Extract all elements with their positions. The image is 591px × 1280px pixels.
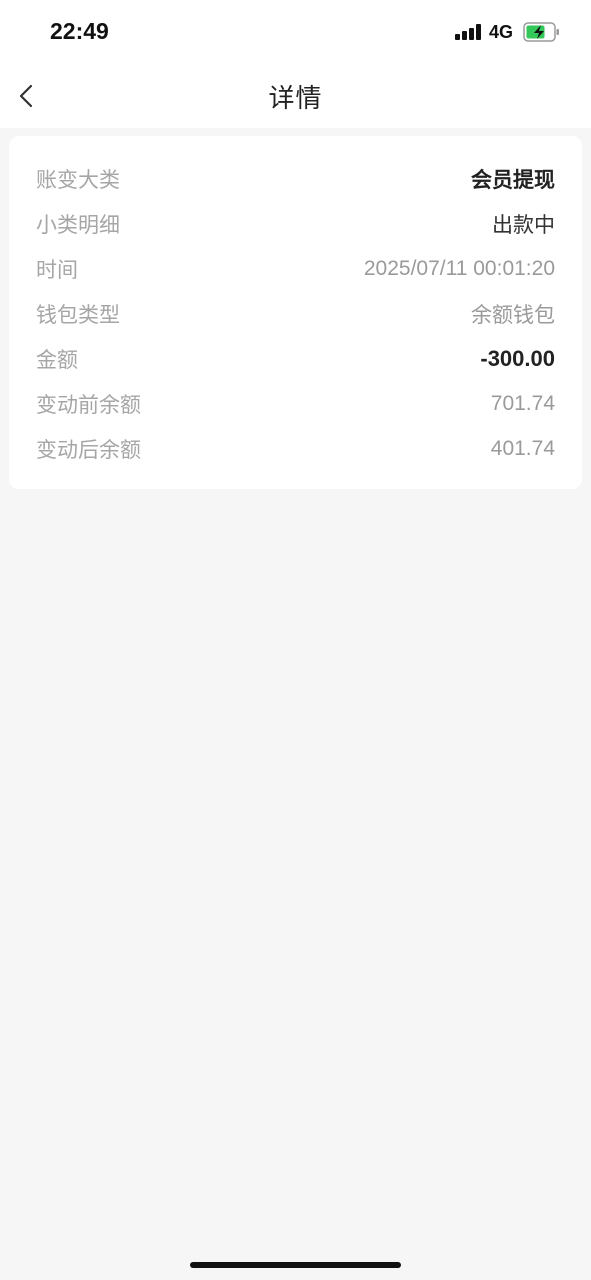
row-label: 变动后余额 [36,437,141,462]
row-value: 701.74 [490,391,555,415]
row-label: 钱包类型 [36,302,120,327]
row-value: 出款中 [492,212,555,237]
detail-row-balance-after: 变动后余额 401.74 [36,426,555,471]
row-value: 401.74 [490,436,555,460]
row-value: -300.00 [480,345,555,371]
nav-bar: 详情 [0,62,591,128]
row-label: 变动前余额 [36,392,141,417]
detail-card: 账变大类 会员提现 小类明细 出款中 时间 2025/07/11 00:01:2… [9,136,582,489]
row-label: 时间 [36,257,78,282]
signal-icon [455,24,483,40]
home-indicator[interactable] [190,1262,401,1268]
battery-charging-icon [523,22,561,42]
detail-row-wallet: 钱包类型 余额钱包 [36,291,555,336]
status-bar: 22:49 4G [0,0,591,62]
row-label: 小类明细 [36,212,120,237]
page-title: 详情 [268,84,323,114]
row-value: 会员提现 [471,167,555,192]
row-label: 账变大类 [36,167,120,192]
detail-row-category: 账变大类 会员提现 [36,156,555,201]
network-label: 4G [489,22,514,42]
detail-row-time: 时间 2025/07/11 00:01:20 [36,246,555,291]
detail-row-balance-before: 变动前余额 701.74 [36,381,555,426]
detail-row-subcategory: 小类明细 出款中 [36,201,555,246]
detail-row-amount: 金额 -300.00 [36,336,555,381]
row-value: 2025/07/11 00:01:20 [363,256,555,280]
row-label: 金额 [36,347,78,372]
status-time: 22:49 [50,18,109,44]
row-value: 余额钱包 [471,302,555,327]
